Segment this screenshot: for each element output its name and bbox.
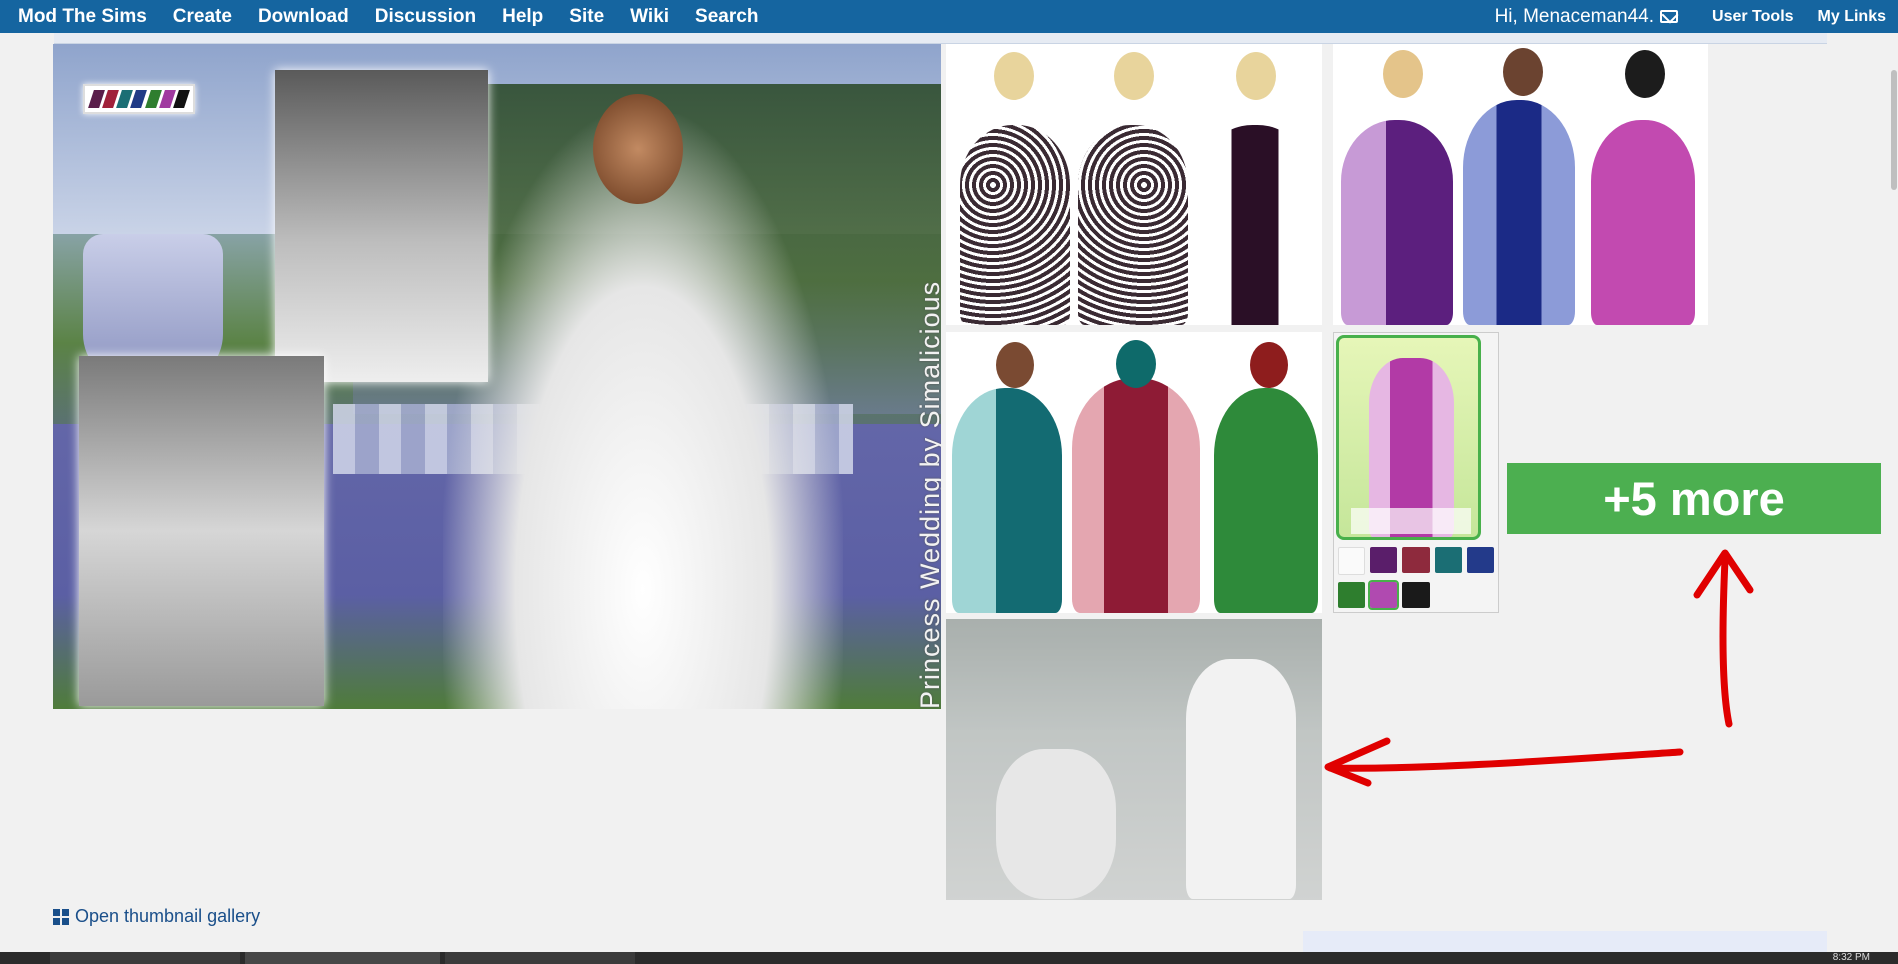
thumbnail-2[interactable] bbox=[1333, 44, 1708, 325]
thumbnail-4[interactable] bbox=[1333, 332, 1499, 613]
more-images-button[interactable]: +5 more bbox=[1507, 463, 1881, 534]
my-links-menu[interactable]: My Links bbox=[1806, 8, 1898, 26]
nav-right: Hi, Menaceman44. User Tools My Links bbox=[1495, 0, 1898, 33]
thumb-dress bbox=[1072, 378, 1200, 613]
thumb-head bbox=[1383, 50, 1423, 98]
grid-icon bbox=[53, 908, 69, 925]
nav-item-site[interactable]: Site bbox=[556, 0, 617, 33]
main-gallery-image[interactable]: Princess Wedding by Simalicious bbox=[53, 44, 941, 709]
thumb-dress bbox=[1078, 125, 1188, 325]
color-swatch bbox=[1402, 581, 1430, 608]
arrow-left-shaft bbox=[1326, 748, 1684, 772]
color-swatch bbox=[1370, 547, 1398, 573]
taskbar-item[interactable] bbox=[445, 952, 635, 964]
color-swatch bbox=[1466, 547, 1494, 573]
thumb-head bbox=[1625, 50, 1665, 98]
cas-preview bbox=[1336, 335, 1481, 540]
thumb-head bbox=[1116, 340, 1156, 388]
thumb-head bbox=[1114, 52, 1154, 100]
nav-item-help[interactable]: Help bbox=[489, 0, 556, 33]
nav-brand-link[interactable]: Mod The Sims bbox=[0, 0, 160, 33]
image-bride-head bbox=[593, 94, 683, 204]
thumb-figure bbox=[996, 749, 1116, 899]
taskbar-clock: 8:32 PM bbox=[1832, 952, 1870, 963]
nav-left: Mod The Sims Create Download Discussion … bbox=[0, 0, 771, 33]
open-thumbnail-gallery-link[interactable]: Open thumbnail gallery bbox=[53, 906, 260, 927]
thumb-head bbox=[994, 52, 1034, 100]
thumb-head bbox=[1236, 52, 1276, 100]
arrow-up-head bbox=[1693, 549, 1754, 599]
thumb-dress bbox=[1591, 120, 1695, 325]
thumb-dress bbox=[960, 125, 1070, 325]
image-bw-inset-top bbox=[275, 70, 488, 382]
content-top-border bbox=[54, 33, 1827, 44]
nav-item-download[interactable]: Download bbox=[245, 0, 362, 33]
thumb-dress bbox=[1214, 388, 1318, 613]
nav-item-search[interactable]: Search bbox=[682, 0, 771, 33]
mail-icon[interactable] bbox=[1660, 10, 1679, 23]
image-bw-inset-bottom bbox=[79, 356, 324, 706]
taskbar-item[interactable] bbox=[50, 952, 240, 964]
taskbar-item[interactable] bbox=[245, 952, 440, 964]
arrow-up-shaft bbox=[1719, 556, 1733, 728]
thumb-head bbox=[996, 342, 1034, 388]
thumb-head bbox=[1250, 342, 1288, 388]
color-swatch bbox=[1368, 579, 1400, 610]
thumb-dress bbox=[1196, 125, 1314, 325]
image-watermark: Princess Wedding by Simalicious bbox=[915, 280, 941, 709]
os-taskbar: 8:32 PM bbox=[0, 952, 1898, 964]
arrow-left-head bbox=[1324, 737, 1391, 787]
open-gallery-label: Open thumbnail gallery bbox=[75, 906, 261, 926]
cas-color-grid bbox=[1338, 547, 1494, 610]
cas-swatch-strip bbox=[1351, 508, 1471, 534]
thumb-dress bbox=[1186, 659, 1296, 899]
nav-item-wiki[interactable]: Wiki bbox=[617, 0, 682, 33]
user-greeting[interactable]: Hi, Menaceman44. bbox=[1495, 6, 1654, 28]
color-swatch bbox=[1402, 547, 1430, 573]
nav-item-discussion[interactable]: Discussion bbox=[362, 0, 489, 33]
color-swatch bbox=[1434, 547, 1462, 573]
image-swatch-bar bbox=[83, 84, 195, 114]
thumb-dress bbox=[1463, 100, 1575, 325]
thumbnail-1[interactable] bbox=[946, 44, 1322, 325]
thumb-head bbox=[1503, 48, 1543, 96]
thumb-dress bbox=[952, 388, 1062, 613]
scrollbar-thumb[interactable] bbox=[1891, 70, 1897, 190]
color-swatch bbox=[1338, 547, 1366, 575]
color-swatch bbox=[1338, 581, 1366, 608]
thumbnail-3[interactable] bbox=[946, 332, 1322, 613]
user-tools-menu[interactable]: User Tools bbox=[1700, 8, 1806, 26]
nav-item-create[interactable]: Create bbox=[160, 0, 245, 33]
thumb-dress bbox=[1341, 120, 1453, 325]
thumbnail-5[interactable] bbox=[946, 619, 1322, 900]
sidebar-panel-edge bbox=[1303, 931, 1827, 953]
top-nav-bar: Mod The Sims Create Download Discussion … bbox=[0, 0, 1898, 33]
